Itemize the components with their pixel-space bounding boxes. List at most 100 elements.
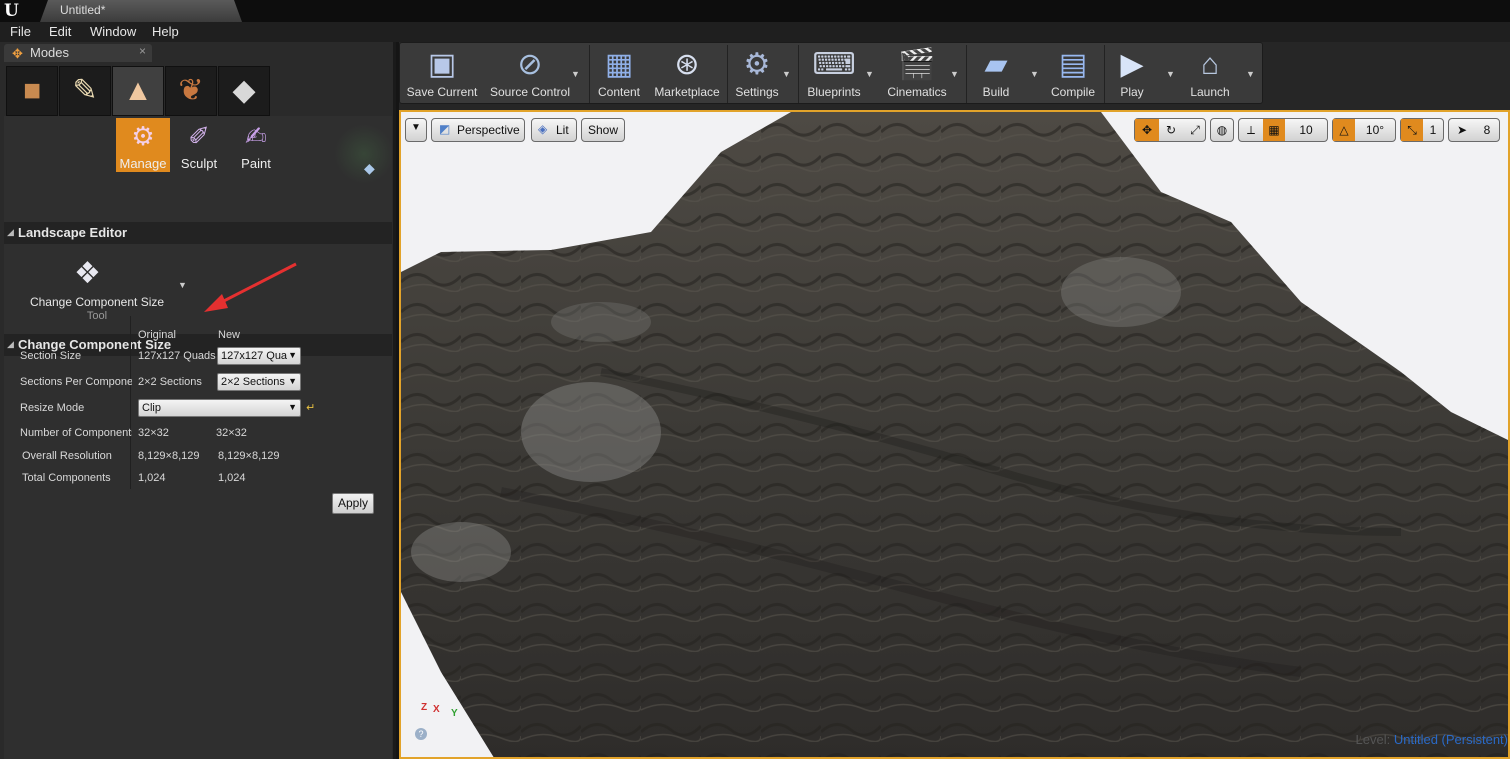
coordinate-system-button[interactable]: ◍ <box>1210 118 1234 142</box>
toolbar-separator <box>1104 45 1105 103</box>
sculpt-tool-button[interactable]: ✐ Sculpt <box>172 118 226 172</box>
grid-snap-icon[interactable]: ▦ <box>1263 119 1285 141</box>
foliage-mode-button[interactable]: ❦ <box>165 66 217 116</box>
reset-to-default-icon[interactable]: ↵ <box>306 401 315 414</box>
scale-icon[interactable]: ⤢ <box>1183 119 1207 141</box>
section-size-dropdown[interactable]: 127x127 Qua ▼ <box>217 347 301 365</box>
play-icon: ▶ <box>1120 48 1144 81</box>
axis-x-label: X <box>433 704 440 715</box>
settings-label: Settings <box>735 85 779 99</box>
landscape-mode-button[interactable]: ▲ <box>112 66 164 116</box>
scale-snap-value[interactable]: 1 <box>1423 119 1443 141</box>
cinematics-icon: 🎬 <box>898 48 936 81</box>
perspective-button[interactable]: ◩ Perspective <box>431 118 525 142</box>
viewport-options-button[interactable]: ▼ <box>405 118 427 142</box>
save-current-button[interactable]: ▣ Save Current <box>404 43 480 105</box>
landscape-terrain <box>401 112 1508 757</box>
level-name[interactable]: Untitled (Persistent) <box>1394 732 1508 747</box>
source-control-button[interactable]: ⊘ Source Control <box>484 43 576 105</box>
resize-mode-dropdown[interactable]: Clip ▼ <box>138 399 301 417</box>
section-size-label: Section Size <box>20 350 82 362</box>
compile-icon: ▤ <box>1058 48 1088 81</box>
new-column-header: New <box>218 329 241 341</box>
geometry-mode-button[interactable]: ◆ <box>218 66 270 116</box>
chevron-down-icon[interactable]: ▼ <box>571 69 580 79</box>
rotation-snap-icon[interactable]: △ <box>1333 119 1355 141</box>
current-tool-selector[interactable]: ❖ Change Component Size Tool ▼ <box>22 254 187 324</box>
move-icon[interactable]: ✥ <box>1135 119 1159 141</box>
main-toolbar: ▣ Save Current ⊘ Source Control ▼ ▦ Cont… <box>399 42 1263 104</box>
cinematics-button[interactable]: 🎬 Cinematics <box>882 43 952 105</box>
toolbar-separator <box>589 45 590 103</box>
play-button[interactable]: ▶ Play <box>1108 43 1156 105</box>
menu-edit[interactable]: Edit <box>49 24 71 39</box>
modes-tab-label: Modes <box>30 45 70 60</box>
manage-tool-icon: ⚙ <box>131 121 155 151</box>
show-button[interactable]: Show <box>581 118 625 142</box>
menu-help[interactable]: Help <box>152 24 179 39</box>
camera-speed-group: ➤ 8 <box>1448 118 1500 142</box>
rotation-snap-value[interactable]: 10° <box>1355 119 1395 141</box>
manage-tool-label: Manage <box>119 156 167 171</box>
marketplace-button[interactable]: ⊛ Marketplace <box>650 43 724 105</box>
lit-label: Lit <box>556 123 569 137</box>
chevron-down-icon[interactable]: ▼ <box>782 69 791 79</box>
grid-snap-value[interactable]: 10 <box>1285 119 1327 141</box>
chevron-down-icon: ▼ <box>288 376 297 386</box>
unreal-logo-icon: U <box>4 1 19 21</box>
collapse-triangle-icon: ◢ <box>7 227 14 237</box>
build-button[interactable]: ▰ Build <box>970 43 1022 105</box>
compile-button[interactable]: ▤ Compile <box>1046 43 1100 105</box>
show-label: Show <box>588 123 619 137</box>
scale-snap-icon[interactable]: ⤡ <box>1401 119 1423 141</box>
paint-mode-button[interactable]: ✎ <box>59 66 111 116</box>
chevron-down-icon[interactable]: ▼ <box>178 280 187 290</box>
paint-tool-button[interactable]: ✍ Paint <box>229 118 283 172</box>
launch-button[interactable]: ⌂ Launch <box>1180 43 1240 105</box>
overall-resolution-new: 8,129×8,129 <box>218 450 280 462</box>
landscape-editor-header[interactable]: ◢ Landscape Editor <box>4 222 392 244</box>
surface-snap-icon[interactable]: ⟂ <box>1239 119 1263 141</box>
section-size-original: 127x127 Quads <box>138 350 216 362</box>
settings-icon: ⚙ <box>743 48 771 81</box>
document-tab[interactable]: Untitled* <box>40 0 242 22</box>
content-button[interactable]: ▦ Content <box>592 43 646 105</box>
build-label: Build <box>982 85 1010 99</box>
chevron-down-icon[interactable]: ▼ <box>1246 69 1255 79</box>
close-icon[interactable]: × <box>139 44 146 58</box>
place-mode-icon: ■ <box>22 74 42 107</box>
manage-tool-button[interactable]: ⚙ Manage <box>116 118 170 172</box>
menu-file[interactable]: File <box>10 24 31 39</box>
chevron-down-icon[interactable]: ▼ <box>865 69 874 79</box>
chevron-down-icon[interactable]: ▼ <box>1166 69 1175 79</box>
save-current-label: Save Current <box>406 85 478 99</box>
title-bar: U Untitled* <box>0 0 1510 22</box>
camera-speed-icon[interactable]: ➤ <box>1449 119 1475 141</box>
place-mode-button[interactable]: ■ <box>6 66 58 116</box>
number-of-components-original: 32×32 <box>138 427 169 439</box>
menu-window[interactable]: Window <box>90 24 136 39</box>
rotate-icon[interactable]: ↻ <box>1159 119 1183 141</box>
transform-mode-group: ✥ ↻ ⤢ <box>1134 118 1206 142</box>
camera-speed-value[interactable]: 8 <box>1475 119 1499 141</box>
sections-per-component-dropdown[interactable]: 2×2 Sections ▼ <box>217 373 301 391</box>
blueprints-button[interactable]: ⌨ Blueprints <box>802 43 866 105</box>
settings-button[interactable]: ⚙ Settings <box>730 43 784 105</box>
current-tool-name: Change Component Size <box>29 295 165 309</box>
compile-label: Compile <box>1050 85 1095 99</box>
save-icon: ▣ <box>427 48 457 81</box>
toolbar-separator <box>966 45 967 103</box>
modes-tab[interactable]: ✥ Modes × <box>4 44 152 62</box>
transform-globe-icon: ◆ <box>334 124 394 184</box>
help-icon[interactable]: ? <box>415 728 427 740</box>
apply-button[interactable]: Apply <box>332 493 374 514</box>
resize-mode-label: Resize Mode <box>20 402 85 414</box>
chevron-down-icon[interactable]: ▼ <box>950 69 959 79</box>
launch-label: Launch <box>1190 85 1230 99</box>
landscape-editor-title: Landscape Editor <box>18 225 128 240</box>
chevron-down-icon[interactable]: ▼ <box>1030 69 1039 79</box>
level-viewport[interactable]: ▼ ◩ Perspective ◈ Lit Show ✥ ↻ ⤢ ◍ ⟂ ▦ 1… <box>399 110 1510 759</box>
total-components-label: Total Components <box>22 472 111 484</box>
blueprints-label: Blueprints <box>807 85 861 99</box>
lit-button[interactable]: ◈ Lit <box>531 118 577 142</box>
